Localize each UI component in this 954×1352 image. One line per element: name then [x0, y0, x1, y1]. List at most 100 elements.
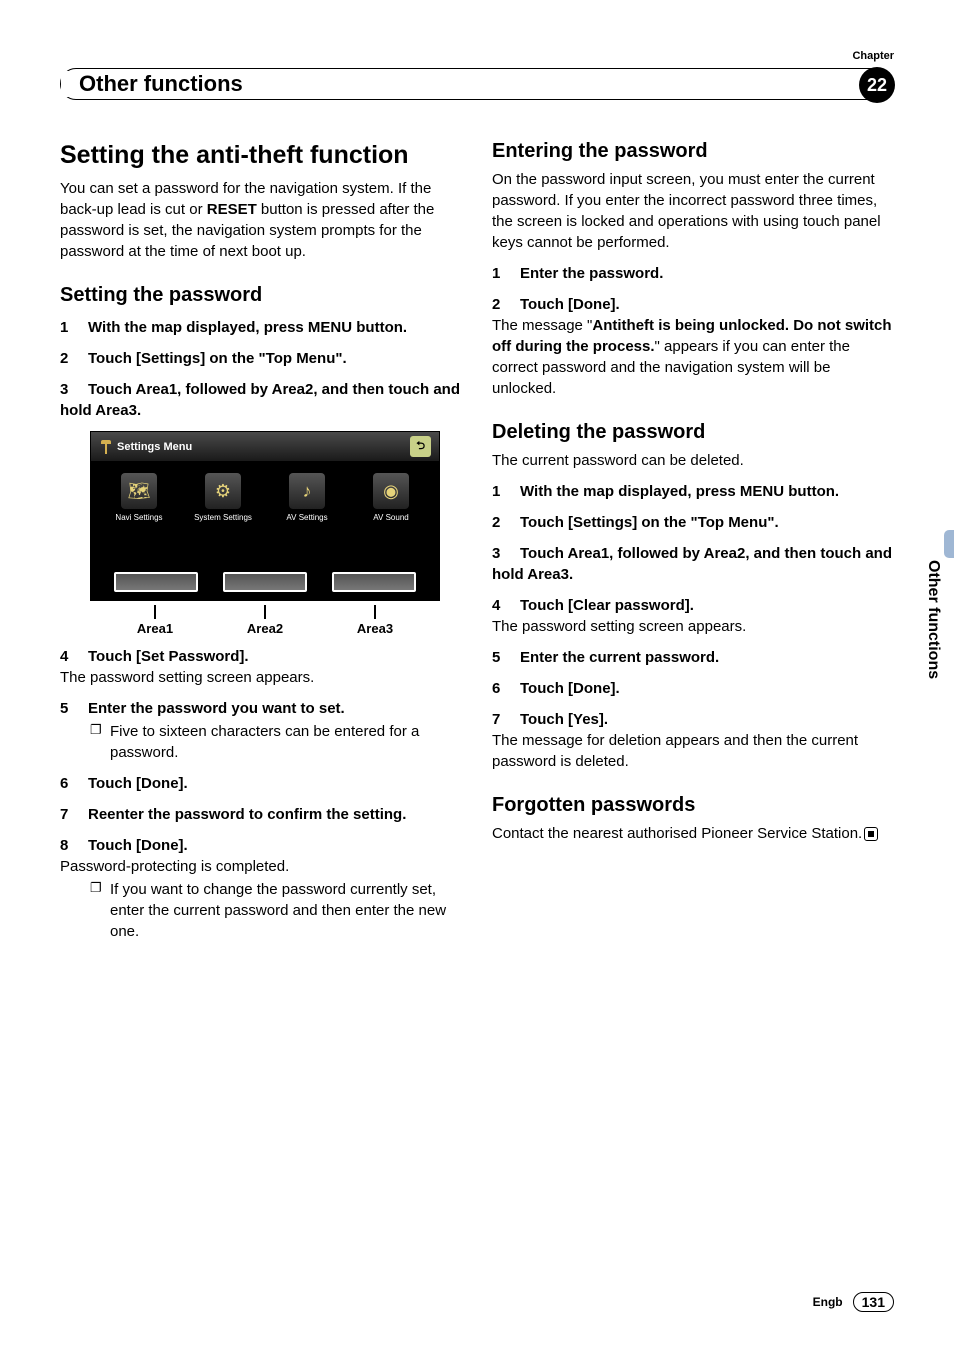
delete-step-6: 6Touch [Done].	[492, 678, 894, 699]
step-text: Enter the password.	[520, 265, 663, 282]
step-6: 6Touch [Done].	[60, 773, 462, 794]
step-text: Enter the password you want to set.	[88, 700, 345, 717]
step-number: 3	[60, 379, 88, 400]
icon-label: System Settings	[194, 513, 252, 522]
step-text: Touch [Done].	[520, 296, 620, 313]
step-number: 3	[492, 543, 520, 564]
subsection-heading: Deleting the password	[492, 421, 894, 444]
delete-step-4-follow: The password setting screen appears.	[492, 616, 894, 637]
area3-box	[332, 572, 416, 592]
reset-bold: RESET	[207, 201, 257, 218]
step-number: 1	[492, 263, 520, 284]
forgotten-text: Contact the nearest authorised Pioneer S…	[492, 825, 862, 842]
av-sound-icon: ◉ AV Sound	[351, 473, 431, 522]
system-settings-icon: ⚙ System Settings	[183, 473, 263, 522]
step-8: 8Touch [Done].	[60, 835, 462, 856]
step-text: Touch [Settings] on the "Top Menu".	[88, 350, 347, 367]
step-text: Touch [Done].	[88, 837, 188, 854]
area-boxes	[91, 572, 439, 592]
area-label-text: Area3	[357, 621, 393, 636]
step-number: 6	[60, 773, 88, 794]
step-number: 2	[492, 512, 520, 533]
step-number: 4	[492, 595, 520, 616]
step-text: Touch [Set Password].	[88, 648, 249, 665]
map-icon: 🗺	[121, 473, 157, 509]
msg-pre: The message "	[492, 317, 592, 334]
area2-label: Area2	[223, 605, 307, 636]
step-number: 5	[60, 698, 88, 719]
area-label-text: Area1	[137, 621, 173, 636]
step-5-bullet: Five to sixteen characters can be entere…	[60, 721, 462, 763]
screen-title: Settings Menu	[99, 440, 192, 454]
settings-screenshot: Settings Menu ⮌ 🗺 Navi Settings ⚙ System S…	[90, 431, 440, 636]
footer-page-number: 131	[853, 1292, 894, 1312]
icon-label: AV Settings	[286, 513, 327, 522]
delete-step-1: 1With the map displayed, press MENU butt…	[492, 481, 894, 502]
subsection-heading: Setting the password	[60, 284, 462, 307]
right-column: Entering the password On the password in…	[492, 140, 894, 1312]
delete-step-5: 5Enter the current password.	[492, 647, 894, 668]
subsection-heading: Forgotten passwords	[492, 794, 894, 817]
page-header: Chapter Other functions 22	[60, 60, 894, 110]
side-tab: Other functions	[924, 560, 942, 679]
step-text: With the map displayed, press MENU butto…	[88, 319, 407, 336]
delete-step-3: 3Touch Area1, followed by Area2, and the…	[492, 543, 894, 585]
area3-label: Area3	[333, 605, 417, 636]
speaker-icon: ◉	[373, 473, 409, 509]
left-column: Setting the anti-theft function You can …	[60, 140, 462, 1312]
step-text: Touch [Done].	[520, 680, 620, 697]
delete-step-4: 4Touch [Clear password].	[492, 595, 894, 616]
icon-label: AV Sound	[373, 513, 408, 522]
step-text: Touch [Yes].	[520, 711, 608, 728]
step-text: Enter the current password.	[520, 649, 719, 666]
step-3: 3Touch Area1, followed by Area2, and the…	[60, 379, 462, 421]
step-number: 1	[60, 317, 88, 338]
icon-label: Navi Settings	[115, 513, 162, 522]
enter-step-2-follow: The message "Antitheft is being unlocked…	[492, 315, 894, 399]
screen-title-text: Settings Menu	[117, 440, 192, 452]
step-5: 5Enter the password you want to set.	[60, 698, 462, 719]
deleting-paragraph: The current password can be deleted.	[492, 450, 894, 471]
step-number: 4	[60, 646, 88, 667]
area-labels: Area1 Area2 Area3	[90, 605, 440, 636]
section-heading: Setting the anti-theft function	[60, 140, 462, 170]
step-text: Touch [Settings] on the "Top Menu".	[520, 514, 779, 531]
screen-icon-row: 🗺 Navi Settings ⚙ System Settings ♪ AV Sett…	[91, 461, 439, 522]
av-settings-icon: ♪ AV Settings	[267, 473, 347, 522]
page-footer: Engb 131	[813, 1292, 894, 1312]
tick-mark	[154, 605, 156, 619]
music-note-icon: ♪	[289, 473, 325, 509]
step-number: 1	[492, 481, 520, 502]
step-text: Reenter the password to confirm the sett…	[88, 806, 406, 823]
step-number: 8	[60, 835, 88, 856]
intro-paragraph: You can set a password for the navigatio…	[60, 178, 462, 262]
screen-title-bar: Settings Menu ⮌	[91, 432, 439, 461]
chapter-number-badge: 22	[859, 67, 895, 103]
gear-icon: ⚙	[205, 473, 241, 509]
forgotten-paragraph: Contact the nearest authorised Pioneer S…	[492, 823, 894, 844]
step-number: 7	[60, 804, 88, 825]
step-number: 5	[492, 647, 520, 668]
footer-language: Engb	[813, 1295, 843, 1309]
content-columns: Setting the anti-theft function You can …	[60, 140, 894, 1312]
header-bar: Other functions 22	[60, 68, 894, 100]
enter-step-1: 1Enter the password.	[492, 263, 894, 284]
step-number: 2	[492, 294, 520, 315]
tick-mark	[264, 605, 266, 619]
step-text: Touch [Clear password].	[520, 597, 694, 614]
step-1: 1With the map displayed, press MENU butt…	[60, 317, 462, 338]
navi-settings-icon: 🗺 Navi Settings	[99, 473, 179, 522]
step-number: 6	[492, 678, 520, 699]
step-number: 7	[492, 709, 520, 730]
step-number: 2	[60, 348, 88, 369]
area1-box	[114, 572, 198, 592]
screen-mockup: Settings Menu ⮌ 🗺 Navi Settings ⚙ System S…	[90, 431, 440, 601]
area2-box	[223, 572, 307, 592]
step-4-follow: The password setting screen appears.	[60, 667, 462, 688]
pin-icon	[99, 440, 113, 454]
step-text: Touch [Done].	[88, 775, 188, 792]
step-text: Touch Area1, followed by Area2, and then…	[60, 381, 460, 419]
step-8-bullet: If you want to change the password curre…	[60, 879, 462, 942]
area1-label: Area1	[113, 605, 197, 636]
enter-step-2: 2Touch [Done].	[492, 294, 894, 315]
